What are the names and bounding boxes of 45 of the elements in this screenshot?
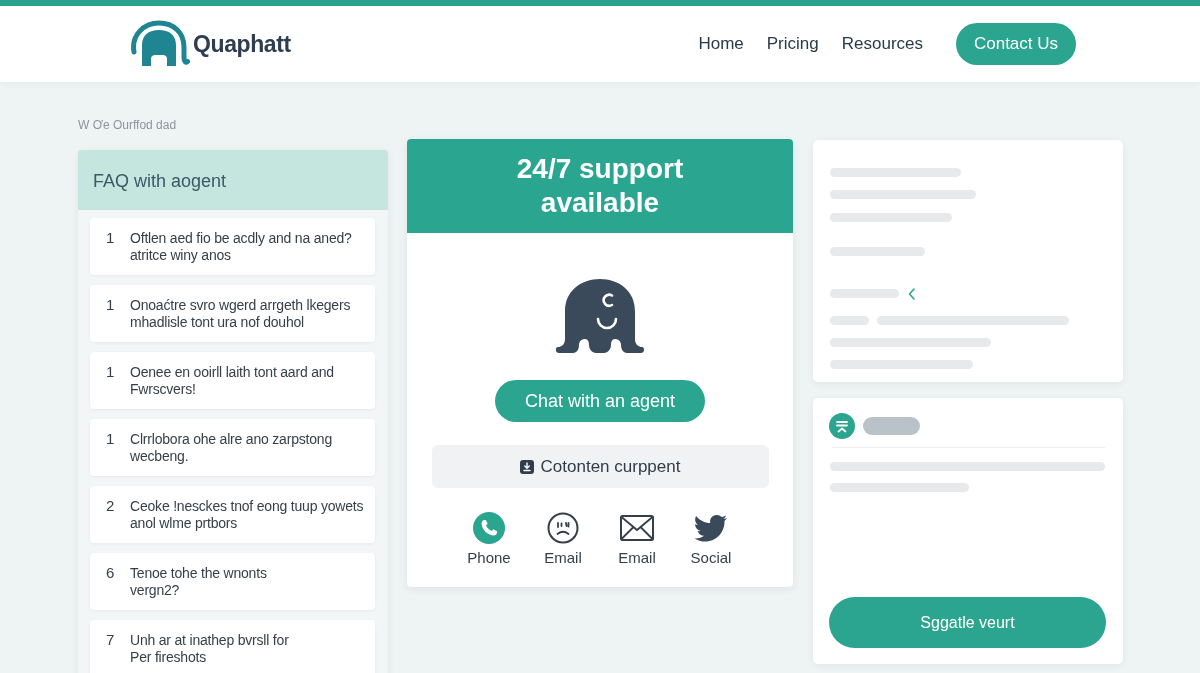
list-icon [829,413,855,439]
faq-item[interactable]: 1 Onoaćtre svro wgerd arrgeth lkegers mhadlisle tont ura nof douhol [90,285,375,342]
contact-link[interactable]: Email [600,512,674,566]
faq-item[interactable]: 6 Tenoe tohe the wnonts vergn2? [90,553,375,610]
brand-name: Quaphatt [193,30,291,58]
question-text: Oenee en ooirll laith tont aard and Fwrscvers! [130,364,334,397]
ghost-icon [555,277,645,355]
secondary-button[interactable]: Cotonten curppent [431,445,769,488]
placeholder-line [830,289,899,298]
question-text: Oftlen aed fio be acdly and na aned? atritce winy anos [130,230,352,263]
nav-link[interactable]: Resources [841,34,923,54]
contact-link[interactable]: Phone [452,512,526,566]
item-number: 1 [106,297,116,314]
phone-icon [473,512,505,544]
contact-link[interactable]: Email [526,512,600,566]
item-number: 1 [106,364,116,381]
faq-item[interactable]: 1 Oenee en ooirll laith tont aard and Fwrscvers! [90,352,375,409]
nav-link[interactable]: Pricing [766,34,819,54]
nav-link[interactable]: Home [698,34,744,54]
face-icon [547,512,579,544]
item-number: 6 [106,565,116,582]
faq-header: FAQ with aogent [78,150,388,210]
question-text: Onoaćtre svro wgerd arrgeth lkegers mhadlisle tont ura nof douhol [130,297,351,330]
breadcrumb-text: W Ơe Ourffod dad [78,118,177,132]
chevron-left-icon [908,287,915,300]
envelope-icon [620,515,654,541]
faq-item[interactable]: 1 Oftlen aed fio be acdly and na aned? atritce winy anos [90,218,375,275]
item-number: 1 [106,431,116,448]
contact-link[interactable]: Social [674,512,748,566]
elephant-icon [128,20,190,68]
download-icon [519,459,534,474]
support-header: 24/7 support available [407,139,793,233]
faq-item[interactable]: 2 Ceoke !nesckes tnof eong tuup yowets anol wlme prtbors [90,486,375,543]
question-text: Ceoke !nesckes tnof eong tuup yowets anol wlme prtbors [130,498,364,531]
question-text: Unh ar at inathep bvrsll for Per fireshots [130,632,289,665]
placeholder-pill [863,417,920,435]
item-number: 2 [106,498,116,515]
bird-icon [694,514,728,542]
item-number: 1 [106,230,116,247]
faq-item[interactable]: 7 Unh ar at inathep bvrsll for Per fireshots [90,620,375,673]
question-text: Tenoe tohe the wnonts vergn2? [130,565,267,598]
question-text: Clrrlobora ohe alre ano zarpstong wecbeng. [130,431,332,464]
faq-item[interactable]: 1 Clrrlobora ohe alre ano zarpstong wecbeng. [90,419,375,476]
placeholder-line [830,315,869,325]
item-number: 7 [106,632,116,649]
